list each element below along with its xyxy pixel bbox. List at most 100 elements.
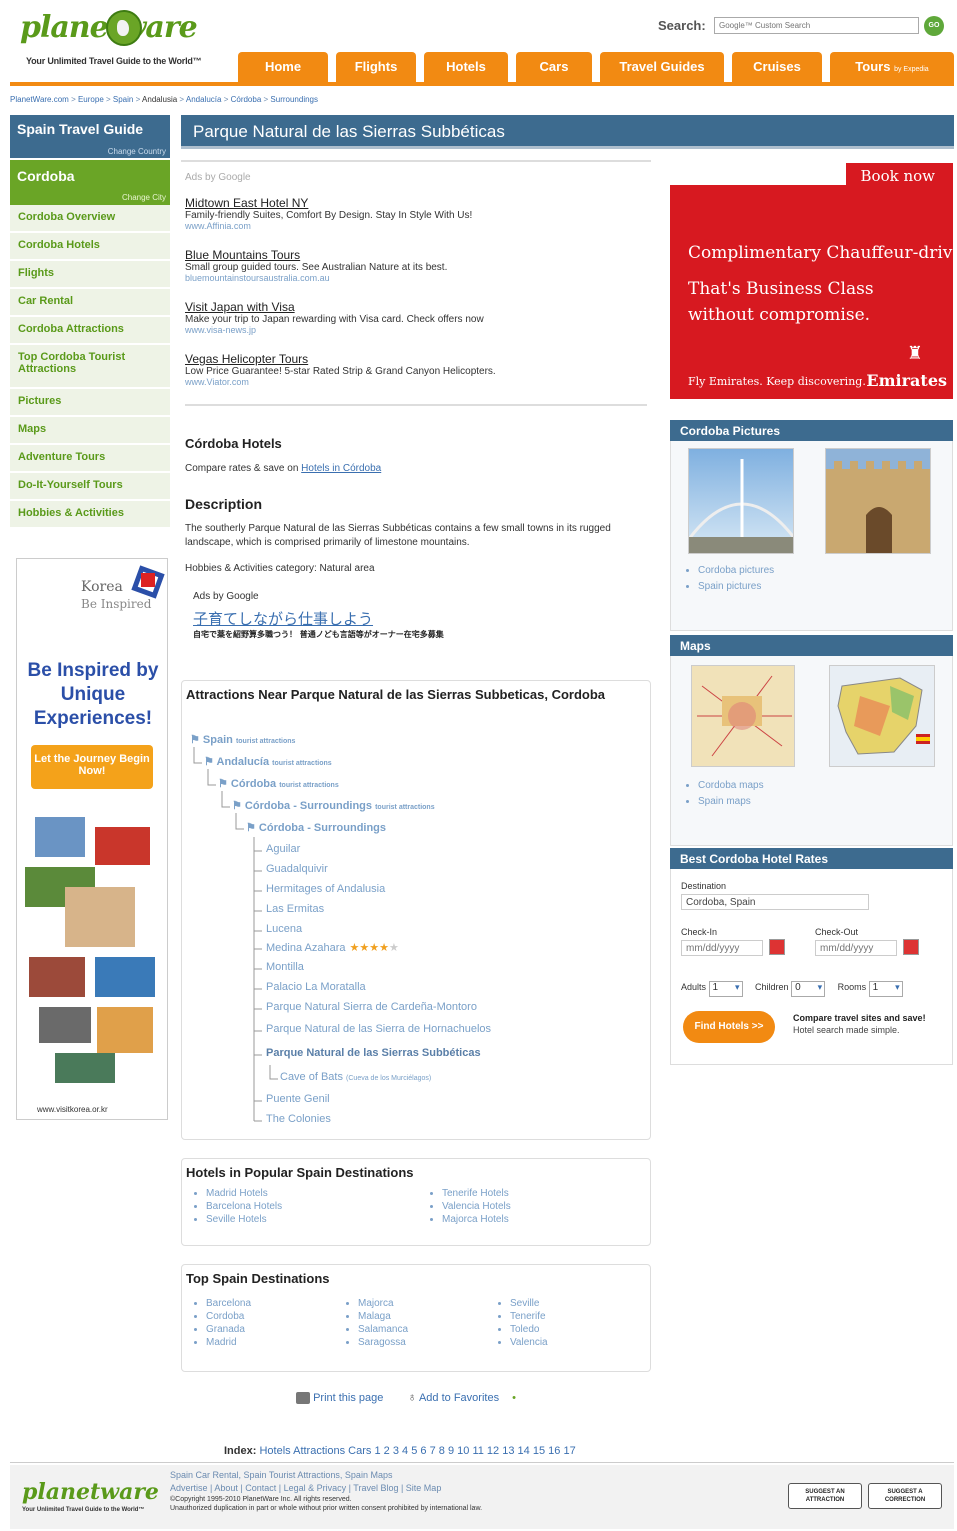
korea-cta-button[interactable]: Let the Journey Begin Now! xyxy=(31,745,153,789)
index-link[interactable]: Hotels xyxy=(259,1445,290,1457)
nav-tab-cruises[interactable]: Cruises xyxy=(732,52,822,82)
ad-url[interactable]: www.visa-news.jp xyxy=(185,325,651,335)
cordoba-map-image[interactable] xyxy=(691,665,795,767)
sidebar-item-maps[interactable]: Maps xyxy=(10,417,170,445)
index-page-link[interactable]: 9 xyxy=(448,1445,454,1457)
ad-url[interactable]: www.Affinia.com xyxy=(185,221,651,231)
destination-input[interactable] xyxy=(681,894,869,910)
cordoba-bridge-photo[interactable] xyxy=(688,448,794,554)
rooms-select[interactable]: 1 xyxy=(868,981,903,997)
checkout-calendar-icon[interactable] xyxy=(903,939,919,955)
maps-link[interactable]: Spain maps xyxy=(698,796,764,807)
destination-link[interactable]: Barcelona xyxy=(206,1298,344,1309)
nav-tab-hotels[interactable]: Hotels xyxy=(424,52,508,82)
google-ad[interactable]: Blue Mountains Tours Small group guided t… xyxy=(185,248,651,294)
breadcrumb-item[interactable]: Spain xyxy=(113,95,133,104)
suggest-attraction-button[interactable]: SUGGEST AN ATTRACTION xyxy=(788,1483,862,1509)
korea-ad[interactable]: Korea Be Inspired Be Inspired by Unique … xyxy=(16,558,168,1120)
sidebar-item-car-rental[interactable]: Car Rental xyxy=(10,289,170,317)
planetware-logo[interactable]: planetware xyxy=(20,8,215,48)
index-page-link[interactable]: 12 xyxy=(487,1445,499,1457)
sidebar-item-top-cordoba-tourist-attractions[interactable]: Top Cordoba Tourist Attractions xyxy=(10,345,170,389)
index-page-link[interactable]: 11 xyxy=(472,1445,483,1457)
popular-hotel-link[interactable]: Madrid Hotels xyxy=(206,1188,428,1199)
footer-links-secondary[interactable]: Advertise | About | Contact | Legal & Pr… xyxy=(170,1482,482,1495)
ad-url[interactable]: bluemountainstoursaustralia.com.au xyxy=(185,273,651,283)
search-go-button[interactable]: GO xyxy=(924,16,944,36)
attraction-item[interactable]: Puente Genil xyxy=(266,1093,330,1105)
index-page-link[interactable]: 10 xyxy=(457,1445,469,1457)
sidebar-item-cordoba-hotels[interactable]: Cordoba Hotels xyxy=(10,233,170,261)
maps-link[interactable]: Cordoba maps xyxy=(698,780,764,791)
destination-link[interactable]: Granada xyxy=(206,1324,344,1335)
ad-title[interactable]: Midtown East Hotel NY xyxy=(185,196,651,210)
spain-map-image[interactable] xyxy=(829,665,935,767)
search-input[interactable] xyxy=(714,17,919,34)
ad-title[interactable]: Blue Mountains Tours xyxy=(185,248,651,262)
sidebar-item-hobbies-activities[interactable]: Hobbies & Activities xyxy=(10,501,170,529)
sidebar-guide-header[interactable]: Spain Travel Guide Change Country xyxy=(10,115,170,158)
index-page-link[interactable]: 1 xyxy=(374,1445,380,1457)
destination-link[interactable]: Salamanca xyxy=(358,1324,496,1335)
index-page-link[interactable]: 14 xyxy=(518,1445,530,1457)
breadcrumb-item[interactable]: PlanetWare.com xyxy=(10,95,69,104)
breadcrumb-item[interactable]: Surroundings xyxy=(270,95,318,104)
index-link[interactable]: Attractions xyxy=(293,1445,345,1457)
attraction-item[interactable]: Parque Natural de las Sierras Subbéticas xyxy=(266,1047,481,1059)
tree-node[interactable]: ⚑ Córdoba - Surroundings xyxy=(246,821,386,834)
tree-node[interactable]: ⚑ Córdoba - Surroundings tourist attract… xyxy=(232,799,435,812)
footer-links-primary[interactable]: Spain Car Rental, Spain Tourist Attracti… xyxy=(170,1469,482,1482)
index-page-link[interactable]: 13 xyxy=(502,1445,514,1457)
sidebar-item-do-it-yourself-tours[interactable]: Do-It-Yourself Tours xyxy=(10,473,170,501)
index-link[interactable]: Cars xyxy=(348,1445,371,1457)
tree-node[interactable]: ⚑ Córdoba tourist attractions xyxy=(218,777,339,790)
sidebar-city-header[interactable]: Cordoba Change City xyxy=(10,160,170,205)
tree-node[interactable]: ⚑ Andalucía tourist attractions xyxy=(204,755,332,768)
attraction-item[interactable]: Parque Natural de las Sierra de Hornachu… xyxy=(266,1023,491,1035)
sidebar-item-adventure-tours[interactable]: Adventure Tours xyxy=(10,445,170,473)
google-ad[interactable]: Vegas Helicopter Tours Low Price Guarante… xyxy=(185,352,651,398)
destination-link[interactable]: Saragossa xyxy=(358,1337,496,1348)
hotels-in-cordoba-link[interactable]: Hotels in Córdoba xyxy=(301,463,381,474)
change-country-link[interactable]: Change Country xyxy=(108,147,166,156)
ad-title[interactable]: Visit Japan with Visa xyxy=(185,300,651,314)
attraction-item[interactable]: Cave of Bats (Cueva de los Murciélagos) xyxy=(280,1071,431,1083)
index-page-link[interactable]: 2 xyxy=(384,1445,390,1457)
attraction-item[interactable]: Palacio La Moratalla xyxy=(266,981,366,993)
popular-hotel-link[interactable]: Valencia Hotels xyxy=(442,1201,628,1212)
destination-link[interactable]: Majorca xyxy=(358,1298,496,1309)
breadcrumb-item[interactable]: Andalucía xyxy=(186,95,222,104)
sidebar-item-cordoba-overview[interactable]: Cordoba Overview xyxy=(10,205,170,233)
footer-logo[interactable]: planetware xyxy=(22,1479,159,1505)
nav-tab-cars[interactable]: Cars xyxy=(516,52,592,82)
attraction-item[interactable]: Parque Natural Sierra de Cardeña-Montoro xyxy=(266,1001,477,1013)
tree-node[interactable]: ⚑ Spain tourist attractions xyxy=(190,733,295,746)
attraction-item[interactable]: Medina Azahara ★★★★★ xyxy=(266,941,399,954)
destination-link[interactable]: Seville xyxy=(510,1298,636,1309)
nav-tab-home[interactable]: Home xyxy=(238,52,328,82)
destination-link[interactable]: Cordoba xyxy=(206,1311,344,1322)
popular-hotel-link[interactable]: Tenerife Hotels xyxy=(442,1188,628,1199)
pictures-link[interactable]: Cordoba pictures xyxy=(698,565,774,576)
print-page-link[interactable]: Print this page xyxy=(313,1392,383,1404)
popular-hotel-link[interactable]: Barcelona Hotels xyxy=(206,1201,428,1212)
attraction-item[interactable]: Hermitages of Andalusia xyxy=(266,883,385,895)
attraction-item[interactable]: Guadalquivir xyxy=(266,863,328,875)
change-city-link[interactable]: Change City xyxy=(122,193,166,202)
google-ad[interactable]: Visit Japan with Visa Make your trip to J… xyxy=(185,300,651,346)
index-page-link[interactable]: 3 xyxy=(393,1445,399,1457)
destination-link[interactable]: Malaga xyxy=(358,1311,496,1322)
nav-tab-travel-guides[interactable]: Travel Guides xyxy=(600,52,724,82)
destination-link[interactable]: Valencia xyxy=(510,1337,636,1348)
destination-link[interactable]: Toledo xyxy=(510,1324,636,1335)
attraction-item[interactable]: Aguilar xyxy=(266,843,300,855)
destination-link[interactable]: Madrid xyxy=(206,1337,344,1348)
ad-title[interactable]: Vegas Helicopter Tours xyxy=(185,352,651,366)
attraction-item[interactable]: Las Ermitas xyxy=(266,903,324,915)
attraction-item[interactable]: The Colonies xyxy=(266,1113,331,1125)
index-page-link[interactable]: 8 xyxy=(439,1445,445,1457)
sidebar-item-pictures[interactable]: Pictures xyxy=(10,389,170,417)
ad-url[interactable]: www.Viator.com xyxy=(185,377,651,387)
pictures-link[interactable]: Spain pictures xyxy=(698,581,774,592)
index-page-link[interactable]: 7 xyxy=(430,1445,436,1457)
